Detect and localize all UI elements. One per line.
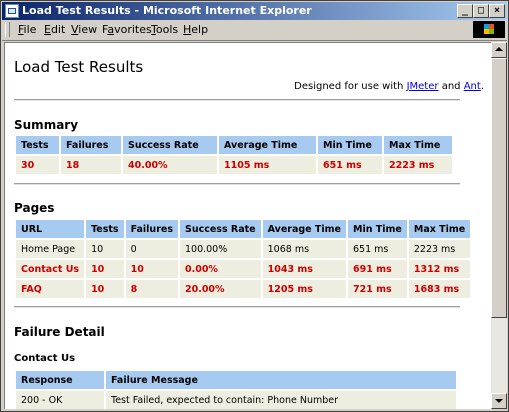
- jmeter-link[interactable]: JMeter: [407, 81, 439, 92]
- ie-page-icon: [5, 4, 19, 18]
- column-header: Failure Message: [106, 371, 456, 389]
- scrollbar-thumb[interactable]: [491, 58, 507, 318]
- close-button[interactable]: ×: [489, 4, 505, 18]
- table-cell: 2223 ms: [384, 156, 452, 174]
- pages-heading: Pages: [14, 201, 55, 215]
- column-header: Min Time: [318, 136, 382, 154]
- table-cell: Home Page: [16, 240, 85, 258]
- table-cell: Test Failed, expected to contain: Phone …: [106, 391, 456, 409]
- column-header: Failures: [125, 220, 178, 238]
- table-cell: 1105 ms: [219, 156, 316, 174]
- table-cell: 1205 ms: [262, 280, 346, 298]
- table-row: Contact Us 10 10 0.00% 1043 ms 691 ms 13…: [16, 260, 471, 278]
- column-header: Success Rate: [179, 220, 261, 238]
- ant-link[interactable]: Ant: [464, 81, 481, 92]
- table-cell: 721 ms: [348, 280, 407, 298]
- table-cell: 8: [125, 280, 178, 298]
- table-header-row: Response Failure Message: [16, 371, 456, 389]
- table-cell: 1683 ms: [408, 280, 471, 298]
- table-cell: 100.00%: [179, 240, 261, 258]
- table-cell: 0.00%: [179, 260, 261, 278]
- windows-logo-icon: [473, 21, 505, 38]
- table-row: FAQ 10 8 20.00% 1205 ms 721 ms 1683 ms: [16, 280, 471, 298]
- column-header: Average Time: [262, 220, 346, 238]
- table-cell: 10: [125, 260, 178, 278]
- table-row: 30 18 40.00% 1105 ms 651 ms 2223 ms: [16, 156, 452, 174]
- column-header: Tests: [16, 136, 59, 154]
- table-cell: 1312 ms: [408, 260, 471, 278]
- table-cell: Contact Us: [16, 260, 85, 278]
- vertical-scrollbar[interactable]: [491, 42, 507, 409]
- column-header: Average Time: [219, 136, 316, 154]
- table-cell: 1043 ms: [262, 260, 346, 278]
- menu-help[interactable]: Help: [183, 23, 208, 36]
- column-header: Failures: [61, 136, 121, 154]
- browser-window: Load Test Results - Microsoft Internet E…: [0, 0, 509, 412]
- column-header: Max Time: [408, 220, 471, 238]
- window-title: Load Test Results - Microsoft Internet E…: [22, 4, 312, 17]
- table-cell: 10: [86, 280, 124, 298]
- summary-heading: Summary: [14, 118, 79, 132]
- table-cell: 18: [61, 156, 121, 174]
- column-header: Response: [16, 371, 104, 389]
- divider: [14, 183, 460, 185]
- menu-edit[interactable]: Edit: [44, 23, 65, 36]
- table-cell: FAQ: [16, 280, 85, 298]
- credit-line: Designed for use with JMeter and Ant.: [294, 81, 484, 92]
- table-cell: 2223 ms: [408, 240, 471, 258]
- failure-table: Response Failure Message 200 - OK Test F…: [14, 369, 458, 409]
- failure-detail-heading: Failure Detail: [14, 325, 105, 339]
- column-header: URL: [16, 220, 85, 238]
- table-cell: 0: [125, 240, 178, 258]
- table-header-row: URL Tests Failures Success Rate Average …: [16, 220, 471, 238]
- scroll-up-arrow-icon[interactable]: [491, 42, 507, 58]
- table-cell: 200 - OK: [16, 391, 104, 409]
- failure-page-heading: Contact Us: [14, 353, 76, 364]
- menu-tools[interactable]: Tools: [151, 23, 178, 36]
- column-header: Tests: [86, 220, 124, 238]
- page-viewport: Load Test Results Designed for use with …: [4, 42, 492, 409]
- table-cell: 10: [86, 260, 124, 278]
- table-cell: 40.00%: [123, 156, 217, 174]
- table-cell: 10: [86, 240, 124, 258]
- minimize-button[interactable]: _: [457, 4, 473, 18]
- maximize-button[interactable]: □: [473, 4, 489, 18]
- column-header: Success Rate: [123, 136, 217, 154]
- column-header: Max Time: [384, 136, 452, 154]
- scroll-down-arrow-icon[interactable]: [491, 393, 507, 409]
- table-header-row: Tests Failures Success Rate Average Time…: [16, 136, 452, 154]
- divider: [14, 306, 460, 308]
- summary-table: Tests Failures Success Rate Average Time…: [14, 134, 454, 176]
- table-row: Home Page 10 0 100.00% 1068 ms 651 ms 22…: [16, 240, 471, 258]
- menu-favorites[interactable]: Favorites: [102, 23, 152, 36]
- menu-grip: [5, 22, 10, 37]
- column-header: Min Time: [348, 220, 407, 238]
- table-cell: 1068 ms: [262, 240, 346, 258]
- menu-view[interactable]: View: [71, 23, 97, 36]
- table-cell: 691 ms: [348, 260, 407, 278]
- page-title: Load Test Results: [14, 58, 144, 76]
- title-bar[interactable]: Load Test Results - Microsoft Internet E…: [2, 2, 507, 20]
- table-cell: 20.00%: [179, 280, 261, 298]
- divider: [14, 99, 460, 101]
- table-cell: 651 ms: [318, 156, 382, 174]
- menu-file[interactable]: File: [18, 23, 36, 36]
- menu-bar: File Edit View Favorites Tools Help: [2, 20, 507, 41]
- table-cell: 651 ms: [348, 240, 407, 258]
- pages-table: URL Tests Failures Success Rate Average …: [14, 218, 472, 300]
- table-cell: 30: [16, 156, 59, 174]
- table-row: 200 - OK Test Failed, expected to contai…: [16, 391, 456, 409]
